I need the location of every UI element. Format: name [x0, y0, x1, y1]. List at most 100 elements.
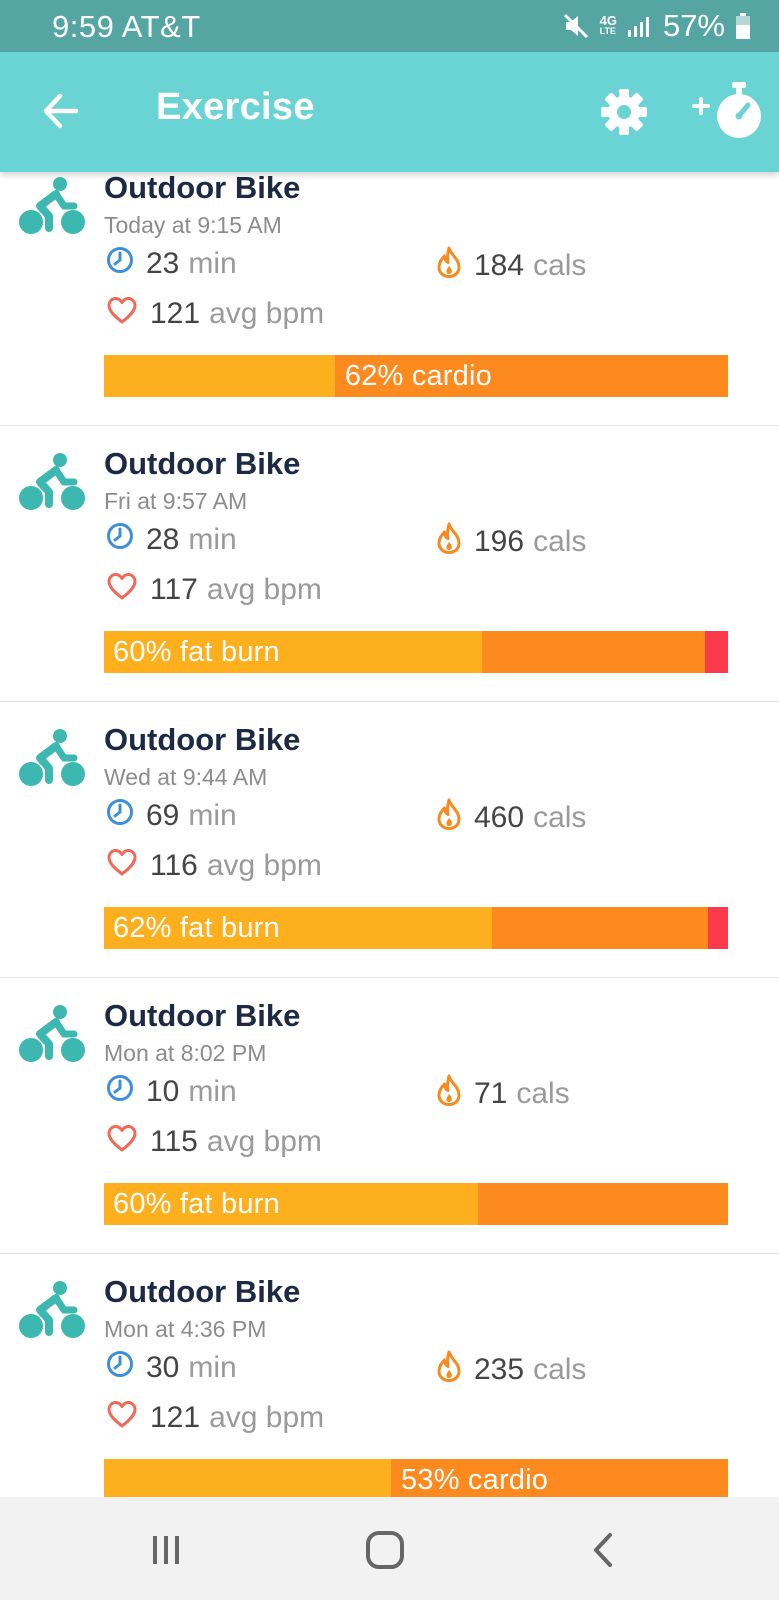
exercise-entry[interactable]: Outdoor Bike Mon at 8:02 PM 10 min 71 cals 115…	[0, 978, 779, 1254]
duration-stat: 28 min	[106, 522, 237, 558]
bike-icon	[18, 1004, 86, 1064]
exercise-time: Fri at 9:57 AM	[104, 488, 248, 514]
exercise-name: Outdoor Bike	[104, 998, 301, 1033]
back-arrow-button[interactable]	[36, 85, 88, 137]
network-sub: LTE	[599, 26, 616, 36]
fat-burn-segment	[104, 1459, 392, 1497]
heart-zone-bar: 60% fat burn	[104, 631, 728, 673]
heart-rate-unit: avg bpm	[209, 297, 325, 330]
mute-icon	[562, 12, 590, 40]
zone-label: 62% cardio	[344, 360, 492, 392]
recents-icon	[153, 1536, 179, 1564]
heart-zone-bar: 62% fat burn	[104, 907, 728, 949]
cardio-segment	[492, 907, 709, 949]
calories-stat: 460 cals	[436, 798, 586, 838]
calories-stat: 196 cals	[436, 522, 586, 562]
back-chevron-icon	[594, 1533, 612, 1567]
bike-icon	[18, 1280, 86, 1340]
heart-zone-bar: 60% fat burn	[104, 1183, 728, 1225]
heart-rate-value: 115	[150, 1125, 198, 1158]
add-timer-button[interactable]	[690, 78, 766, 144]
fat-burn-segment	[104, 355, 335, 397]
exercise-time: Mon at 4:36 PM	[104, 1316, 267, 1342]
flame-icon	[436, 798, 474, 838]
heart-rate-unit: avg bpm	[209, 1401, 325, 1434]
home-button[interactable]	[355, 1525, 415, 1575]
clock-icon	[106, 798, 146, 834]
exercise-name: Outdoor Bike	[104, 722, 301, 757]
back-arrow-icon	[43, 93, 79, 129]
exercise-entry[interactable]: Outdoor Bike Mon at 4:36 PM 30 min 235 cals 12…	[0, 1254, 779, 1497]
exercise-time: Today at 9:15 AM	[104, 212, 282, 238]
exercise-name: Outdoor Bike	[104, 172, 301, 205]
duration-stat: 69 min	[106, 798, 237, 834]
heart-rate-unit: avg bpm	[206, 849, 322, 882]
zone-label: 62% fat burn	[113, 912, 280, 944]
heart-icon	[106, 1124, 150, 1160]
calories-unit: cals	[516, 1077, 570, 1110]
exercise-entry[interactable]: Outdoor Bike Wed at 9:44 AM 69 min 460 cals 11…	[0, 702, 779, 978]
heart-rate-unit: avg bpm	[206, 573, 322, 606]
zone-label: 53% cardio	[401, 1464, 549, 1496]
duration-value: 28	[146, 523, 180, 556]
exercise-name: Outdoor Bike	[104, 446, 301, 481]
heart-icon	[106, 848, 150, 884]
flame-icon	[436, 1350, 474, 1390]
bike-icon	[18, 452, 86, 512]
battery-icon	[735, 12, 751, 40]
home-icon	[366, 1531, 404, 1569]
exercise-list[interactable]: Outdoor Bike Today at 9:15 AM 23 min 184 cals…	[0, 172, 779, 1497]
calories-value: 196	[474, 525, 525, 558]
flame-icon	[436, 246, 474, 286]
back-button[interactable]	[574, 1525, 634, 1575]
signal-icon	[627, 14, 653, 38]
clock-icon	[106, 522, 146, 558]
heart-zone-bar: 53% cardio	[104, 1459, 728, 1497]
calories-unit: cals	[533, 525, 587, 558]
heart-rate-value: 121	[150, 1401, 201, 1434]
heart-rate-value: 121	[150, 297, 201, 330]
status-icons: 4G LTE 57%	[562, 8, 751, 44]
exercise-list-inner: Outdoor Bike Today at 9:15 AM 23 min 184 cals…	[0, 172, 779, 1497]
cardio-segment	[478, 1183, 728, 1225]
duration-unit: min	[188, 247, 237, 280]
app-bar: Exercise	[0, 52, 779, 172]
calories-value: 235	[474, 1353, 525, 1386]
add-timer-icon	[692, 82, 761, 138]
heart-rate-stat: 116 avg bpm	[106, 848, 322, 884]
bike-icon	[18, 728, 86, 788]
duration-value: 30	[146, 1351, 180, 1384]
recents-button[interactable]	[136, 1525, 196, 1575]
duration-unit: min	[188, 523, 237, 556]
exercise-entry[interactable]: Outdoor Bike Today at 9:15 AM 23 min 184 cals…	[0, 172, 779, 426]
duration-stat: 10 min	[106, 1074, 237, 1110]
duration-stat: 30 min	[106, 1350, 237, 1386]
heart-icon	[106, 1400, 150, 1436]
calories-unit: cals	[533, 801, 587, 834]
battery-percent: 57%	[662, 8, 725, 43]
network-label: 4G	[599, 13, 617, 28]
flame-icon	[436, 1074, 474, 1114]
zone-label: 60% fat burn	[113, 636, 280, 668]
duration-unit: min	[188, 1351, 237, 1384]
gear-icon	[601, 89, 647, 135]
calories-value: 460	[474, 801, 525, 834]
calories-stat: 71 cals	[436, 1074, 570, 1114]
heart-icon	[106, 572, 150, 608]
heart-rate-stat: 121 avg bpm	[106, 296, 324, 332]
status-bar: 9:59 AT&T 4G LTE 57%	[0, 0, 779, 52]
heart-rate-stat: 121 avg bpm	[106, 1400, 324, 1436]
duration-stat: 23 min	[106, 246, 237, 282]
calories-stat: 235 cals	[436, 1350, 586, 1390]
clock-icon	[106, 1350, 146, 1386]
calories-stat: 184 cals	[436, 246, 586, 286]
cardio-segment	[481, 631, 705, 673]
zone-label: 60% fat burn	[113, 1188, 280, 1220]
settings-button[interactable]	[598, 86, 650, 138]
duration-value: 10	[146, 1075, 180, 1108]
duration-unit: min	[188, 1075, 237, 1108]
peak-segment	[704, 631, 728, 673]
calories-unit: cals	[533, 249, 587, 282]
page-title: Exercise	[156, 86, 315, 128]
exercise-entry[interactable]: Outdoor Bike Fri at 9:57 AM 28 min 196 cals 11…	[0, 426, 779, 702]
